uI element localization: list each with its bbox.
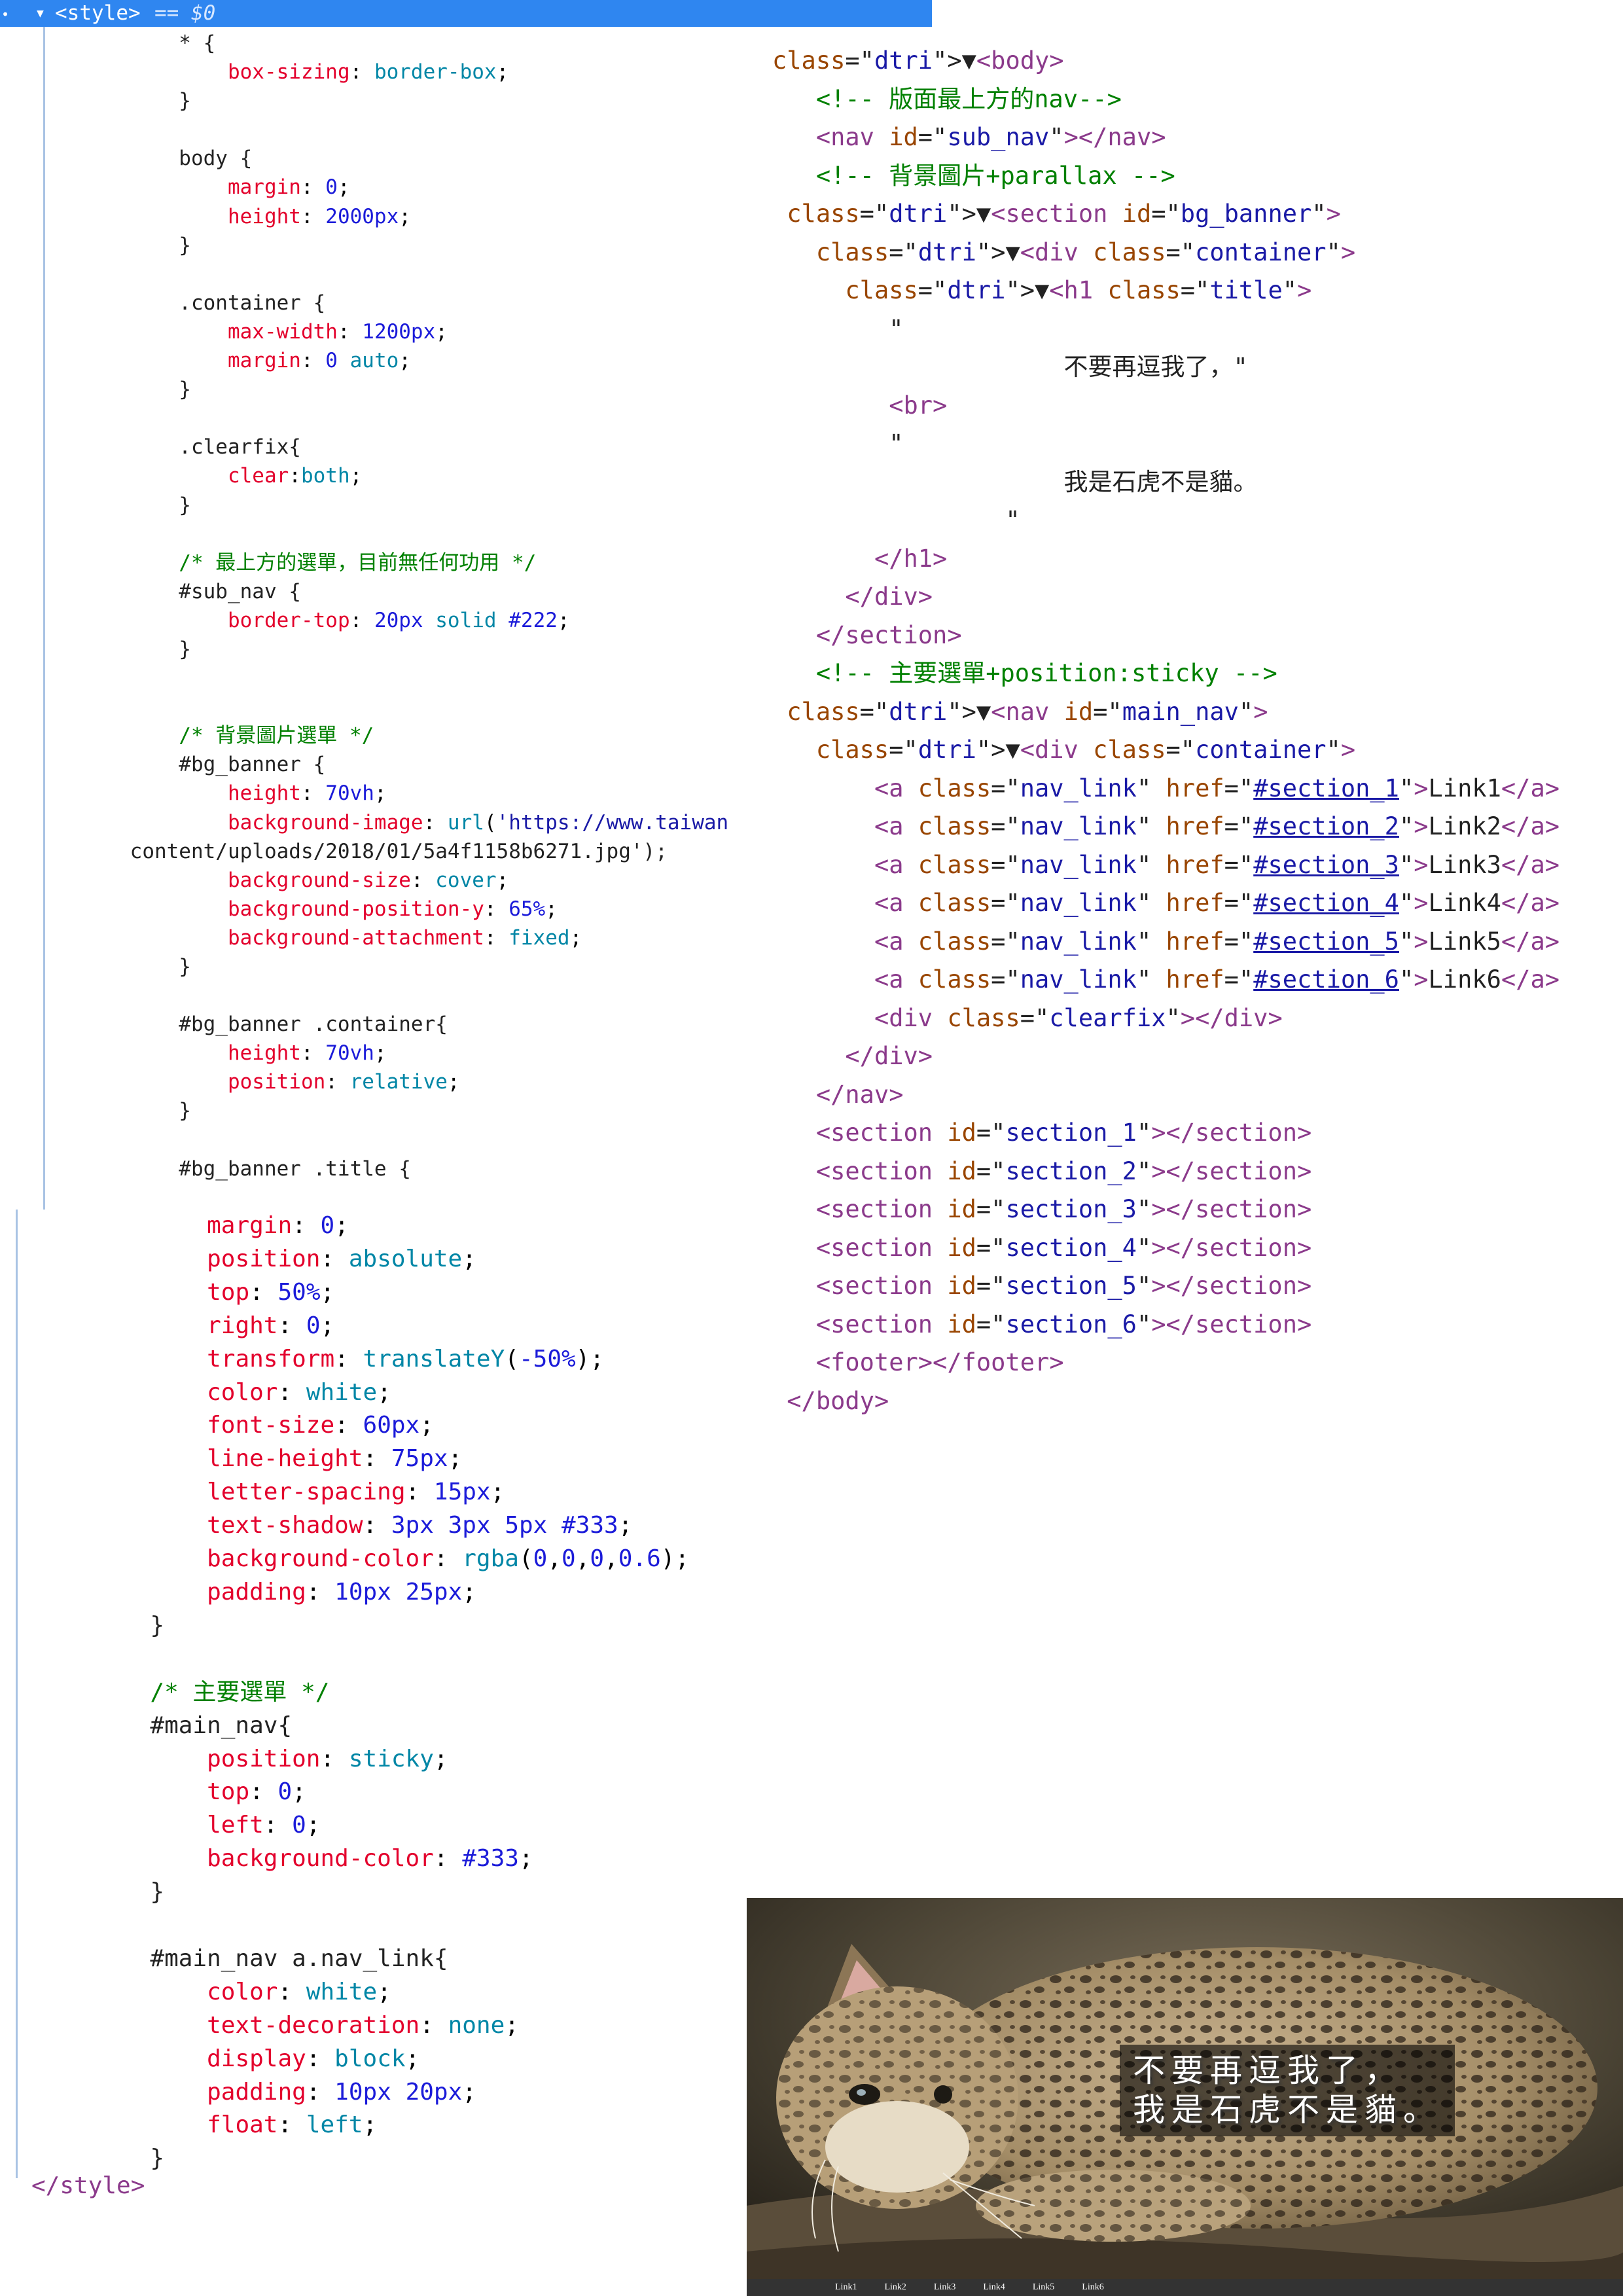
preview-nav-link-1[interactable]: Link1 <box>821 2279 870 2296</box>
css-source-code-part1: * { box-sizing: border-box; } body { mar… <box>81 31 729 1181</box>
preview-nav-link-4[interactable]: Link4 <box>969 2279 1018 2296</box>
indent-guide-line <box>16 1210 18 2178</box>
style-closing-tag: </style> <box>31 2172 145 2199</box>
preview-main-nav: Link1 Link2 Link3 Link4 Link5 Link6 <box>747 2279 1623 2296</box>
preview-nav-link-5[interactable]: Link5 <box>1019 2279 1068 2296</box>
style-tag-label: <style> <box>55 1 141 25</box>
preview-nav-link-2[interactable]: Link2 <box>870 2279 919 2296</box>
preview-nav-link-3[interactable]: Link3 <box>920 2279 969 2296</box>
preview-banner-title: 不要再逗我了， 我是石虎不是貓。 <box>1120 2045 1455 2136</box>
rendered-page-preview: 不要再逗我了， 我是石虎不是貓。 Link1 Link2 Link3 Link4 Lin… <box>747 1898 1623 2296</box>
css-source-code-part2: margin: 0; position: absolute; top: 50%;… <box>37 1212 690 2172</box>
dom-tree[interactable]: class="dtri">▼<body> <!-- 版面最上方的nav--> <… <box>772 42 1560 1420</box>
console-reference-label: == $0 <box>154 1 216 25</box>
devtools-selected-node-bar[interactable]: • ▼ <style> == $0 <box>0 0 932 27</box>
preview-title-line1: 不要再逗我了， <box>1133 2052 1404 2089</box>
expand-arrow-icon[interactable]: ▼ <box>37 7 44 20</box>
selection-dot: • <box>1 7 10 22</box>
preview-nav-link-6[interactable]: Link6 <box>1068 2279 1117 2296</box>
preview-title-line2: 我是石虎不是貓。 <box>1133 2091 1442 2128</box>
indent-guide-line <box>43 27 45 1210</box>
